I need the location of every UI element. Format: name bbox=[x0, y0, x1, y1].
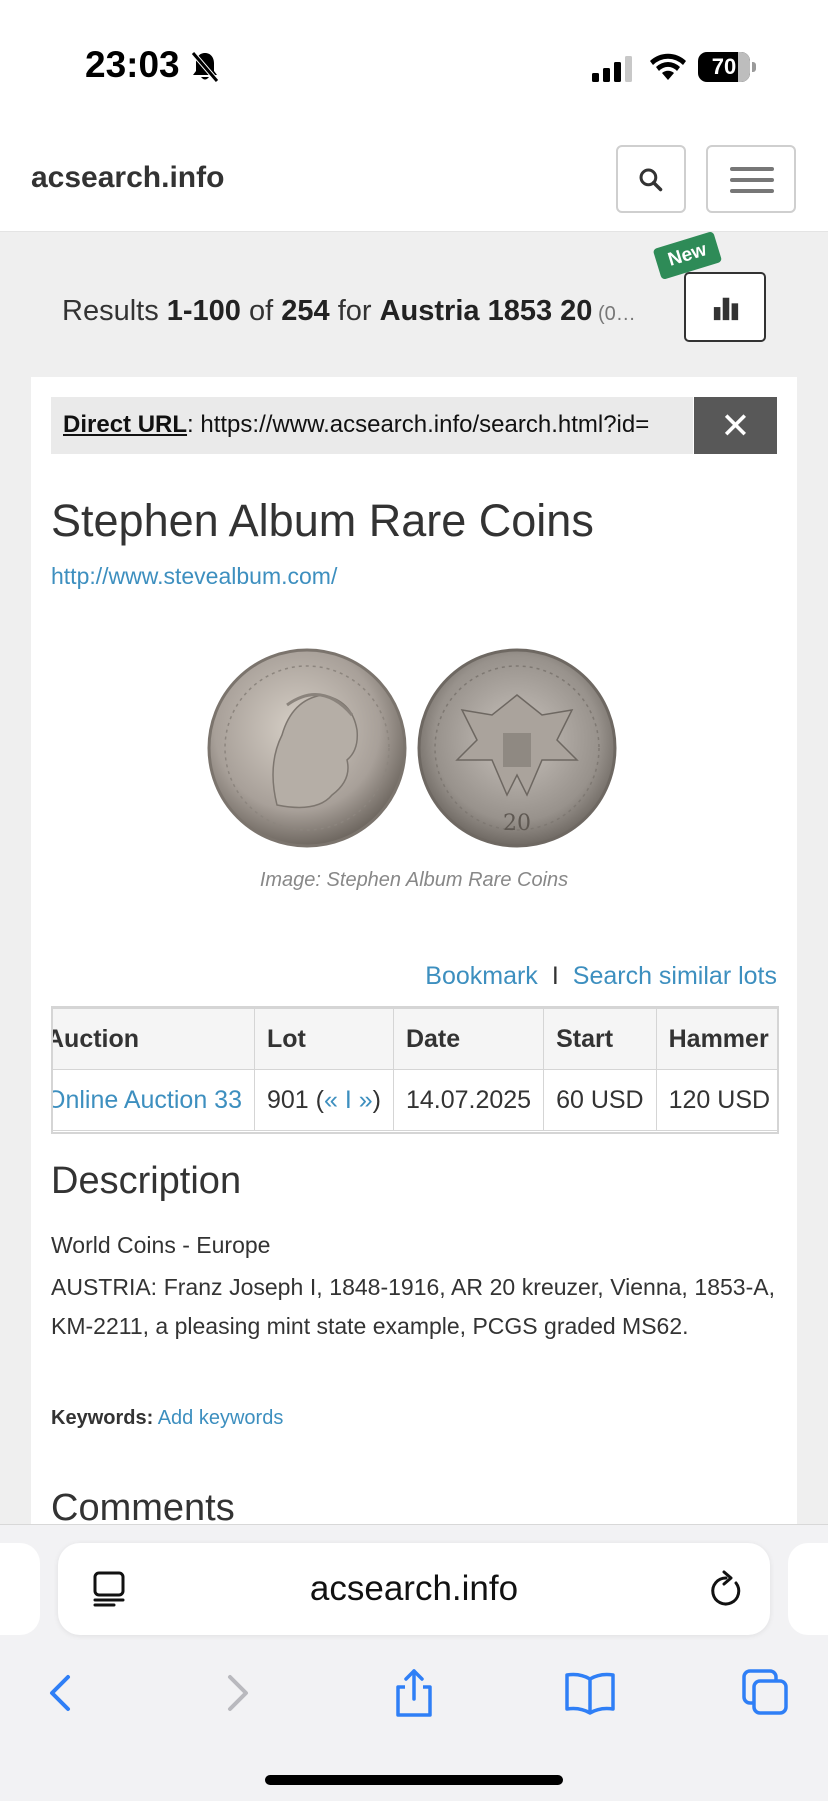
next-lot-link[interactable]: » bbox=[359, 1086, 373, 1114]
col-date: Date bbox=[392, 1008, 545, 1070]
results-summary: Results 1-100 of 254 for Austria 1853 20… bbox=[62, 295, 636, 327]
next-tab-preview[interactable] bbox=[788, 1543, 828, 1635]
description-text: AUSTRIA: Franz Joseph I, 1848-1916, AR 2… bbox=[51, 1274, 775, 1339]
auction-house-name: Stephen Album Rare Coins bbox=[51, 495, 594, 546]
col-auction: Auction bbox=[53, 1008, 255, 1070]
description-category: World Coins - Europe bbox=[51, 1232, 271, 1258]
browser-toolbar: acsearch.info bbox=[0, 1524, 828, 1801]
bell-slash-icon bbox=[191, 51, 219, 83]
lot-cell: 901 (« I ») bbox=[253, 1069, 394, 1131]
tabs-icon[interactable] bbox=[738, 1665, 794, 1721]
lot-detail-card: Direct URL: https://www.acsearch.info/se… bbox=[31, 377, 797, 1529]
home-indicator bbox=[265, 1775, 563, 1785]
back-icon[interactable] bbox=[32, 1665, 88, 1721]
forward-icon[interactable] bbox=[210, 1665, 266, 1721]
keywords-label: Keywords: bbox=[51, 1407, 154, 1429]
statistics-chart-button[interactable] bbox=[684, 272, 766, 342]
add-keywords-link[interactable]: Add keywords bbox=[158, 1407, 284, 1429]
svg-text:20: 20 bbox=[503, 811, 531, 836]
reload-icon[interactable] bbox=[708, 1569, 744, 1609]
bookmarks-icon[interactable] bbox=[562, 1665, 618, 1721]
close-url-button[interactable]: ✕ bbox=[694, 397, 777, 454]
address-bar[interactable]: acsearch.info bbox=[58, 1543, 770, 1635]
results-total: 254 bbox=[281, 295, 330, 327]
col-start: Start bbox=[543, 1008, 657, 1070]
previous-tab-preview[interactable] bbox=[0, 1543, 40, 1635]
cellular-signal-icon bbox=[592, 56, 632, 82]
search-similar-link[interactable]: Search similar lots bbox=[573, 962, 777, 990]
auction-link[interactable]: Online Auction 33 bbox=[53, 1086, 242, 1114]
description-heading: Description bbox=[51, 1160, 242, 1202]
direct-url-label: Direct URL bbox=[63, 411, 188, 438]
status-time: 23:03 bbox=[85, 44, 180, 85]
col-hammer: Hammer bbox=[655, 1008, 777, 1070]
keywords-row: Keywords: Add keywords bbox=[51, 1407, 283, 1430]
hammer-cell: 120 USD bbox=[655, 1069, 777, 1131]
prev-lot-link[interactable]: « bbox=[324, 1086, 338, 1114]
results-range: 1-100 bbox=[166, 295, 241, 327]
battery-icon: 70 bbox=[698, 52, 760, 82]
search-icon bbox=[639, 168, 663, 192]
battery-level: 70 bbox=[711, 54, 737, 79]
image-caption: Image: Stephen Album Rare Coins bbox=[259, 869, 569, 891]
lot-nav-separator: I bbox=[337, 1085, 359, 1114]
close-icon: ✕ bbox=[720, 405, 751, 446]
lot-actions: Bookmark I Search similar lots bbox=[425, 962, 777, 991]
table-header-row: Auction Lot Date Start Hammer bbox=[53, 1008, 777, 1070]
share-icon[interactable] bbox=[386, 1665, 442, 1721]
col-lot: Lot bbox=[253, 1008, 394, 1070]
hamburger-menu-button[interactable] bbox=[706, 145, 796, 213]
coin-image[interactable]: 20 bbox=[207, 645, 622, 851]
site-header: acsearch.info bbox=[0, 135, 828, 232]
lot-table[interactable]: Auction Lot Date Start Hammer Online Auc… bbox=[51, 1006, 779, 1134]
address-domain: acsearch.info bbox=[309, 1569, 519, 1608]
date-cell: 14.07.2025 bbox=[392, 1069, 545, 1131]
site-logo[interactable]: acsearch.info bbox=[31, 161, 224, 195]
table-row: Online Auction 33 901 (« I ») 14.07.2025… bbox=[53, 1069, 777, 1131]
bar-chart-icon bbox=[713, 297, 739, 321]
direct-url-box: Direct URL: https://www.acsearch.info/se… bbox=[51, 397, 693, 454]
direct-url-value[interactable]: : https://www.acsearch.info/search.html?… bbox=[187, 411, 649, 438]
search-button[interactable] bbox=[616, 145, 686, 213]
auction-house-link[interactable]: http://www.stevealbum.com/ bbox=[51, 563, 337, 590]
bookmark-link[interactable]: Bookmark bbox=[425, 962, 538, 990]
results-query: Austria 1853 20 bbox=[379, 295, 593, 327]
status-bar: 23:03 70 bbox=[0, 0, 828, 135]
wifi-icon bbox=[650, 53, 686, 80]
actions-separator: I bbox=[551, 962, 559, 990]
start-cell: 60 USD bbox=[543, 1069, 657, 1131]
